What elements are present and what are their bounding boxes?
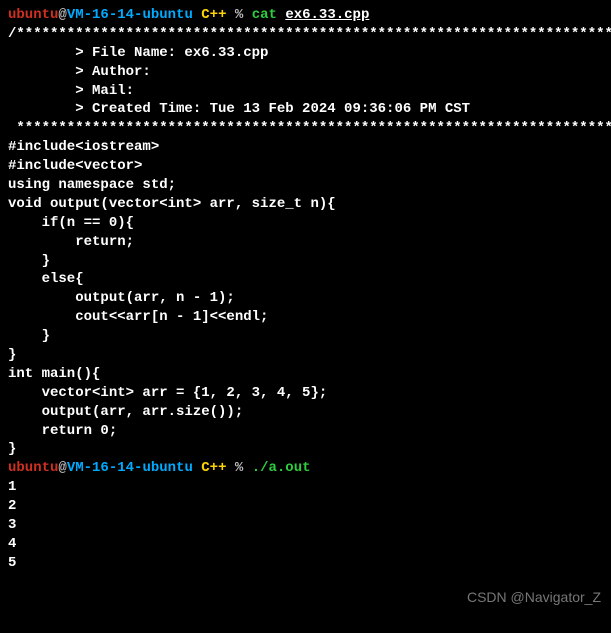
terminal[interactable]: ubuntu@VM-16-14-ubuntu C++ % cat ex6.33.…	[8, 6, 603, 573]
code-border-bottom: ****************************************…	[8, 119, 603, 138]
output-line: 4	[8, 535, 603, 554]
code-fn-if: if(n == 0){	[8, 214, 603, 233]
code-fn-end: }	[8, 346, 603, 365]
code-fn-decl: void output(vector<int> arr, size_t n){	[8, 195, 603, 214]
prompt-user: ubuntu	[8, 460, 58, 476]
code-main-decl: int main(){	[8, 365, 603, 384]
code-fn-endif: }	[8, 252, 603, 271]
prompt-percent: %	[235, 460, 243, 476]
code-file-name: > File Name: ex6.33.cpp	[8, 44, 603, 63]
code-fn-return: return;	[8, 233, 603, 252]
watermark: CSDN @Navigator_Z	[467, 588, 601, 607]
prompt-user: ubuntu	[8, 7, 58, 23]
prompt-line-2: ubuntu@VM-16-14-ubuntu C++ % ./a.out	[8, 459, 603, 478]
at-sign: @	[58, 460, 66, 476]
prompt-host: VM-16-14-ubuntu	[67, 7, 193, 23]
prompt-dir: C++	[201, 460, 226, 476]
code-using: using namespace std;	[8, 176, 603, 195]
at-sign: @	[58, 7, 66, 23]
output-line: 5	[8, 554, 603, 573]
prompt-dir: C++	[201, 7, 226, 23]
prompt-percent: %	[235, 7, 243, 23]
code-main-vec: vector<int> arr = {1, 2, 3, 4, 5};	[8, 384, 603, 403]
output-line: 3	[8, 516, 603, 535]
output-line: 2	[8, 497, 603, 516]
code-border-top: /***************************************…	[8, 25, 603, 44]
cmd-arg-filename: ex6.33.cpp	[285, 7, 369, 23]
code-main-return: return 0;	[8, 422, 603, 441]
output-line: 1	[8, 478, 603, 497]
prompt-host: VM-16-14-ubuntu	[67, 460, 193, 476]
code-fn-endelse: }	[8, 327, 603, 346]
code-created: > Created Time: Tue 13 Feb 2024 09:36:06…	[8, 100, 603, 119]
code-main-call: output(arr, arr.size());	[8, 403, 603, 422]
code-fn-else: else{	[8, 270, 603, 289]
code-include-iostream: #include<iostream>	[8, 138, 603, 157]
code-mail: > Mail:	[8, 82, 603, 101]
code-fn-cout: cout<<arr[n - 1]<<endl;	[8, 308, 603, 327]
prompt-line-1: ubuntu@VM-16-14-ubuntu C++ % cat ex6.33.…	[8, 6, 603, 25]
code-fn-call: output(arr, n - 1);	[8, 289, 603, 308]
code-include-vector: #include<vector>	[8, 157, 603, 176]
code-author: > Author:	[8, 63, 603, 82]
code-main-end: }	[8, 440, 603, 459]
cmd-cat: cat	[252, 7, 277, 23]
cmd-run: ./a.out	[252, 460, 311, 476]
